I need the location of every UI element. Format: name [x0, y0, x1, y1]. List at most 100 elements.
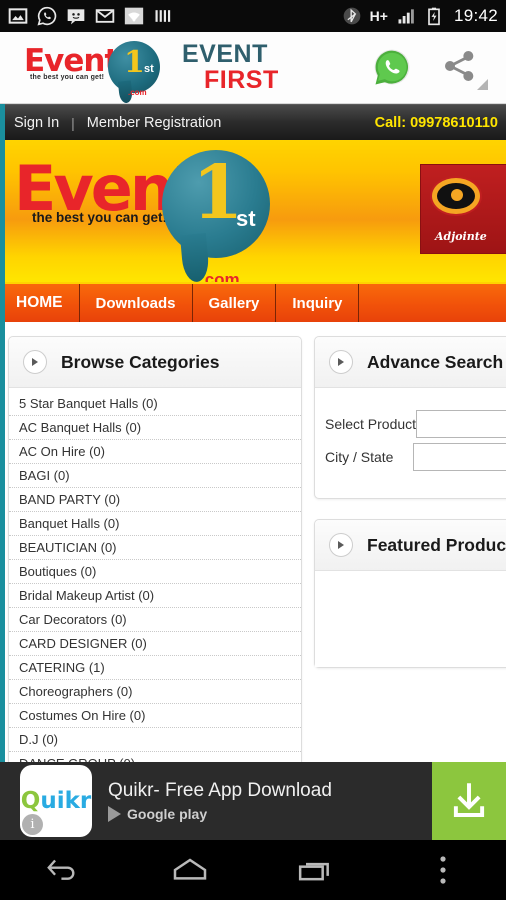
signal-icon: [398, 9, 414, 24]
sign-in-link[interactable]: Sign In: [14, 115, 59, 131]
app-header: Event the best you can get! 1 st .com EV…: [0, 32, 506, 104]
left-column: Browse Categories 5 Star Banquet Halls (…: [8, 336, 302, 764]
list-item[interactable]: Bridal Makeup Artist (0): [9, 584, 301, 608]
list-item[interactable]: BAND PARTY (0): [9, 488, 301, 512]
network-type-label: H+: [369, 8, 388, 24]
nav-item-downloads[interactable]: Downloads: [80, 284, 193, 322]
share-icon[interactable]: [440, 46, 480, 86]
right-column: Advance Search Select Product City / Sta…: [314, 336, 506, 764]
bluetooth-icon: [343, 7, 360, 25]
call-number[interactable]: Call: 09978610110: [375, 115, 506, 131]
app-title-line2: FIRST: [204, 65, 279, 94]
home-button[interactable]: [127, 855, 254, 885]
nav-item-gallery[interactable]: Gallery: [193, 284, 277, 322]
app-title-line1: EVENT: [182, 40, 268, 68]
browse-categories-title: Browse Categories: [61, 351, 220, 372]
banner-advertisement[interactable]: Adjointe: [420, 164, 506, 254]
info-icon[interactable]: i: [22, 814, 43, 835]
gallery-icon: [8, 8, 28, 24]
list-item[interactable]: Costumes On Hire (0): [9, 704, 301, 728]
account-bar: Sign In | Member Registration Call: 0997…: [0, 104, 506, 140]
android-status-bar: H+ 19:42: [0, 0, 506, 32]
select-product-input[interactable]: [416, 410, 506, 438]
download-button[interactable]: [432, 762, 506, 840]
select-product-label: Select Product: [325, 416, 417, 432]
quikr-app-icon: Q uikr i: [20, 765, 92, 837]
home-icon: [173, 858, 206, 880]
clock: 19:42: [453, 6, 498, 25]
chevron-right-icon[interactable]: [329, 533, 353, 557]
logo-com-text: .com: [128, 87, 147, 97]
advertisement-banner[interactable]: Q uikr i Quikr- Free App Download Google…: [0, 762, 506, 840]
nav-item-home[interactable]: HOME: [0, 284, 80, 322]
list-item[interactable]: Choreographers (0): [9, 680, 301, 704]
android-navigation-bar: [0, 840, 506, 900]
chevron-right-icon[interactable]: [329, 350, 353, 374]
back-button[interactable]: [0, 855, 127, 885]
recents-button[interactable]: [253, 855, 380, 885]
advertisement-text: Quikr- Free App Download Google play: [108, 780, 432, 822]
advance-search-header[interactable]: Advance Search: [315, 337, 506, 388]
list-item[interactable]: D.J (0): [9, 728, 301, 752]
advertisement-title: Quikr- Free App Download: [108, 780, 332, 801]
list-item[interactable]: CATERING (1): [9, 656, 301, 680]
member-registration-link[interactable]: Member Registration: [87, 115, 222, 131]
phone-screen: H+ 19:42 Event the best you can get! 1 s…: [0, 0, 506, 900]
resize-handle-icon: [477, 78, 488, 90]
featured-product-header[interactable]: Featured Product: [315, 520, 506, 571]
download-icon: [453, 783, 485, 817]
whatsapp-icon[interactable]: [370, 46, 414, 90]
status-notification-icons: [8, 6, 342, 26]
list-item[interactable]: BAGI (0): [9, 464, 301, 488]
whatsapp-icon: [37, 6, 57, 26]
featured-product-title: Featured Product: [367, 534, 506, 555]
logo-st-text: st: [144, 62, 154, 75]
list-item[interactable]: Banquet Halls (0): [9, 512, 301, 536]
city-state-label: City / State: [325, 449, 394, 465]
event1st-logo: Event the best you can get! 1 st .com: [24, 40, 172, 104]
nav-item-inquiry[interactable]: Inquiry: [276, 284, 360, 322]
list-item[interactable]: BEAUTICIAN (0): [9, 536, 301, 560]
equalizer-icon: [155, 10, 171, 22]
browse-categories-header[interactable]: Browse Categories: [9, 337, 301, 388]
banner-com-text: .com: [200, 270, 240, 282]
app-title: EVENT FIRST: [182, 40, 279, 94]
google-play-label: Google play: [127, 806, 208, 822]
featured-product-panel: Featured Product: [314, 519, 506, 668]
featured-product-body: [315, 571, 506, 667]
advance-search-title: Advance Search: [367, 351, 504, 372]
banner-st-text: st: [236, 206, 256, 231]
back-icon: [47, 859, 75, 880]
list-item[interactable]: AC On Hire (0): [9, 440, 301, 464]
gmail-icon: [95, 9, 115, 23]
city-state-input[interactable]: [413, 443, 506, 471]
advance-search-panel: Advance Search Select Product City / Sta…: [314, 336, 506, 499]
list-item[interactable]: CARD DESIGNER (0): [9, 632, 301, 656]
list-item[interactable]: Boutiques (0): [9, 560, 301, 584]
share-button[interactable]: [440, 46, 488, 90]
page-left-accent-bar: [0, 104, 5, 762]
google-play-badge: Google play: [108, 806, 432, 822]
list-item[interactable]: AC Banquet Halls (0): [9, 416, 301, 440]
header-actions: [370, 46, 506, 90]
messaging-icon: [67, 9, 85, 25]
list-item[interactable]: Car Decorators (0): [9, 608, 301, 632]
battery-charging-icon: [428, 7, 440, 26]
ad-eye-pupil: [451, 189, 463, 201]
chevron-right-icon[interactable]: [23, 350, 47, 374]
list-item[interactable]: 5 Star Banquet Halls (0): [9, 392, 301, 416]
ad-brand-text: Adjointe: [435, 230, 487, 243]
banner-tagline: the best you can get!: [32, 210, 168, 225]
category-list: 5 Star Banquet Halls (0) AC Banquet Hall…: [9, 388, 301, 764]
quikr-logo-q: Q: [20, 788, 41, 814]
wifi-icon: [124, 7, 144, 25]
logo-one-text: 1: [124, 44, 145, 80]
bar-separator: |: [71, 114, 75, 131]
quikr-logo-rest: uikr: [40, 788, 92, 814]
main-navigation: HOME Downloads Gallery Inquiry: [0, 282, 506, 322]
city-state-row: City / State: [325, 443, 506, 471]
overflow-menu-button[interactable]: [380, 853, 506, 887]
status-system-icons: H+ 19:42: [342, 6, 498, 26]
page-content: Browse Categories 5 Star Banquet Halls (…: [0, 322, 506, 764]
recents-icon: [299, 862, 330, 881]
